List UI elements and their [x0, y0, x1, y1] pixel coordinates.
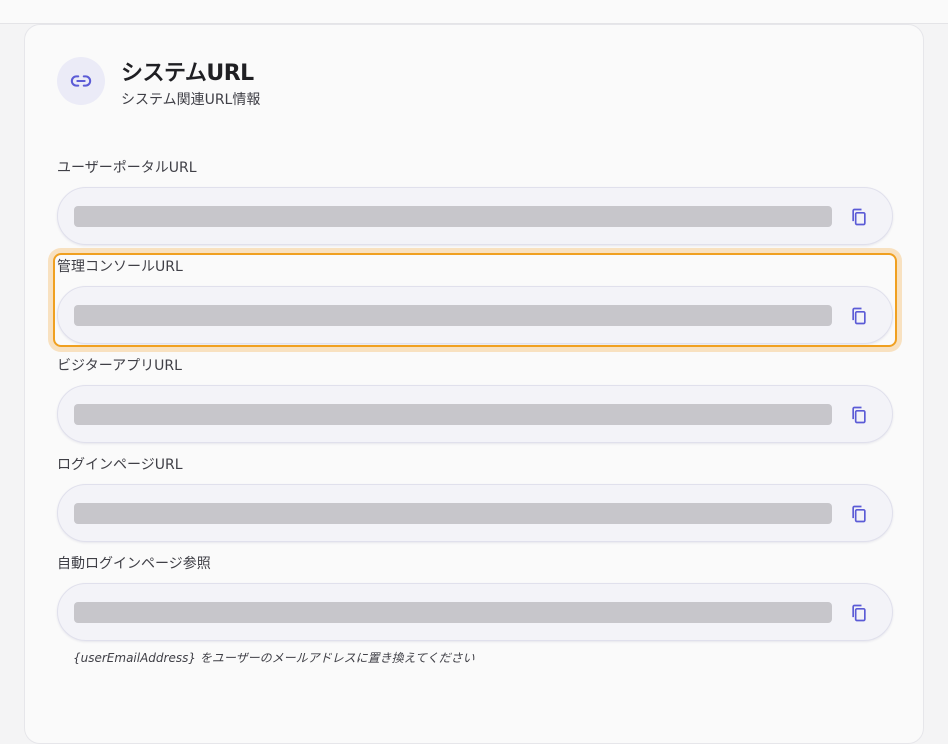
- copy-button[interactable]: [846, 204, 872, 230]
- user-portal-url-field: [57, 187, 893, 245]
- auto-login-page-label: 自動ログインページ参照: [57, 556, 211, 572]
- admin-console-url-field: [57, 286, 893, 344]
- copy-button[interactable]: [846, 303, 872, 329]
- copy-button[interactable]: [846, 600, 872, 626]
- copy-button[interactable]: [846, 402, 872, 428]
- visitor-app-url-label: ビジターアプリURL: [57, 358, 182, 374]
- visitor-app-url-field: [57, 385, 893, 443]
- user-portal-url-label: ユーザーポータルURL: [57, 160, 197, 176]
- url-value-redacted: [74, 404, 832, 425]
- url-value-redacted: [74, 503, 832, 524]
- system-url-card: システムURL システム関連URL情報 ユーザーポータルURL 管理コンソールU…: [24, 24, 924, 744]
- copy-icon: [852, 208, 866, 226]
- copy-icon: [852, 307, 866, 325]
- admin-console-url-label: 管理コンソールURL: [57, 259, 183, 275]
- copy-icon: [852, 406, 866, 424]
- top-bar: [0, 0, 948, 24]
- card-title: システムURL: [121, 61, 254, 86]
- url-value-redacted: [74, 305, 832, 326]
- copy-icon: [852, 604, 866, 622]
- auto-login-page-field: [57, 583, 893, 641]
- email-placeholder-hint: {userEmailAddress} をユーザーのメールアドレスに置き換えてくだ…: [73, 651, 475, 665]
- copy-icon: [852, 505, 866, 523]
- login-page-url-label: ログインページURL: [57, 457, 183, 473]
- copy-button[interactable]: [846, 501, 872, 527]
- login-page-url-field: [57, 484, 893, 542]
- card-subtitle: システム関連URL情報: [121, 92, 261, 108]
- link-icon: [57, 57, 105, 105]
- url-value-redacted: [74, 206, 832, 227]
- url-value-redacted: [74, 602, 832, 623]
